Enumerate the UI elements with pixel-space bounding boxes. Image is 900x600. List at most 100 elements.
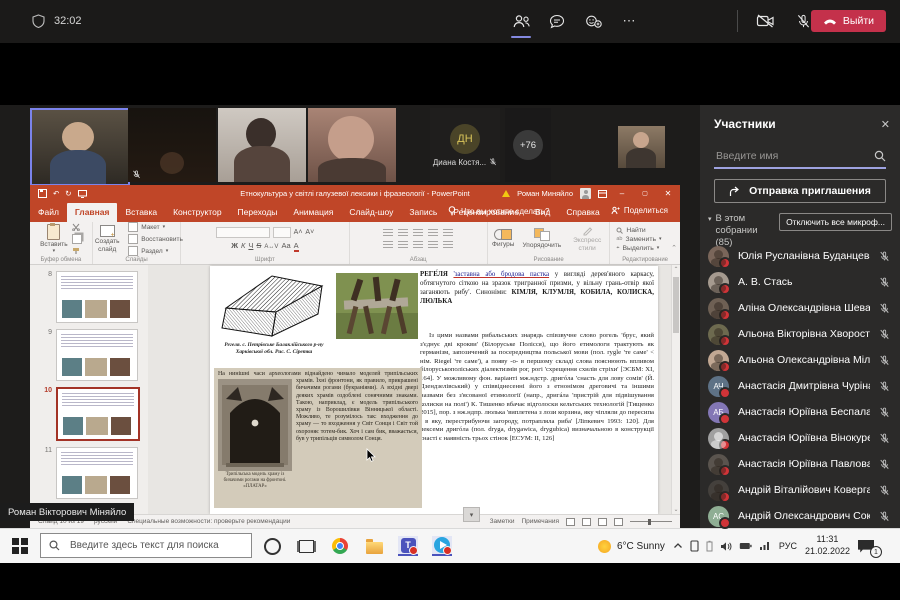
slide-sorter-icon[interactable] [582, 518, 591, 526]
ribbon-tab[interactable]: Справка [558, 203, 607, 222]
reactions-icon[interactable] [582, 10, 604, 32]
video-tile-dark[interactable] [128, 108, 216, 182]
cortana-icon[interactable] [262, 536, 282, 556]
reset-button[interactable]: Восстановить [128, 234, 183, 244]
arrange-button[interactable]: Упорядочить [522, 228, 561, 249]
slide-thumbnail[interactable]: 9 [30, 329, 142, 381]
new-slide-button[interactable]: Создать слайд [90, 225, 124, 252]
participant-row[interactable]: Альона Вікторівна Хворостян [708, 321, 896, 347]
comments-button[interactable]: Примечания [521, 518, 559, 525]
video-tile-small[interactable] [618, 126, 665, 168]
collapse-ribbon-icon[interactable]: ⌃ [671, 244, 677, 252]
chrome-icon[interactable] [330, 536, 350, 556]
weather-widget[interactable]: 6°C Sunny [598, 540, 665, 553]
ribbon-display-icon[interactable] [598, 190, 607, 198]
reading-view-icon[interactable] [598, 518, 607, 526]
tray-expand-icon[interactable] [673, 542, 683, 550]
ribbon-tab[interactable]: Вставка [117, 203, 165, 222]
battery-saver-icon[interactable] [706, 540, 713, 552]
grow-font-icon[interactable]: A˄ [294, 229, 303, 236]
section-button[interactable]: Раздел▾ [128, 246, 183, 256]
video-tile-speaker[interactable] [30, 108, 130, 186]
find-button[interactable]: Найти [616, 227, 645, 234]
ribbon-tab[interactable]: Анимация [285, 203, 341, 222]
font-size-box[interactable] [273, 227, 291, 238]
taskbar-search[interactable] [40, 533, 252, 558]
current-slide[interactable]: РЕГЕ́ЛЯ 'заставна або бродова пастка у в… [210, 266, 658, 514]
numbering-icon[interactable] [398, 229, 408, 237]
participant-row[interactable]: Андрій Віталійович Коверга [708, 477, 896, 503]
save-icon[interactable] [38, 189, 47, 198]
justify-icon[interactable] [428, 241, 438, 249]
more-options-icon[interactable]: ⋯ [618, 10, 640, 32]
video-tile-named[interactable]: ДН Диана Костя... [430, 108, 500, 182]
chat-icon[interactable] [546, 10, 568, 32]
line-spacing-icon[interactable] [443, 229, 453, 237]
slide-thumbnail[interactable]: 11 [30, 447, 142, 499]
align-center-icon[interactable] [398, 241, 408, 249]
participant-search-input[interactable] [714, 149, 874, 163]
paste-button[interactable]: Вставить▾ [40, 224, 68, 255]
shrink-font-icon[interactable]: A˅ [305, 229, 314, 236]
copy-icon[interactable] [72, 234, 82, 244]
font-name-box[interactable] [216, 227, 270, 238]
undo-icon[interactable]: ↶ [53, 189, 59, 198]
ppt-close-button[interactable]: ✕ [660, 189, 676, 198]
slide-thumbnail[interactable]: 10 [30, 387, 142, 441]
zoom-slider[interactable] [630, 521, 672, 522]
participant-row[interactable]: АЧ Анастасія Дмитрівна Чуріна [708, 373, 896, 399]
participant-row[interactable]: АС Андрій Олександрович Сокол [708, 503, 896, 529]
normal-view-icon[interactable] [566, 518, 575, 526]
task-view-icon[interactable] [296, 536, 316, 556]
panel-close-icon[interactable]: ✕ [881, 118, 890, 131]
video-tile-overflow[interactable]: +76 [505, 108, 551, 182]
shapes-button[interactable]: Фигуры [492, 229, 514, 248]
char-spacing-icon[interactable]: A↔V [264, 244, 278, 250]
replace-button[interactable]: abЗаменить▾ [616, 236, 661, 243]
redo-icon[interactable]: ↻ [65, 189, 71, 198]
taskbar-search-input[interactable] [68, 539, 243, 552]
bullets-icon[interactable] [383, 229, 393, 237]
participant-row[interactable]: А. В. Стась [708, 269, 896, 295]
indent-increase-icon[interactable] [428, 229, 438, 237]
ribbon-tab[interactable]: Запись [401, 203, 445, 222]
font-color-button[interactable]: А [294, 241, 299, 252]
strike-button[interactable]: S [256, 241, 261, 250]
ribbon-tab[interactable]: Главная [67, 203, 118, 222]
bold-button[interactable]: Ж [231, 241, 238, 250]
quick-styles-button[interactable]: Экспресс стили [569, 226, 605, 251]
scrollbar-thumb[interactable] [673, 277, 679, 333]
send-invite-button[interactable]: Отправка приглашения [714, 179, 886, 203]
accessibility-status[interactable]: Специальные возможности: проверьте реком… [127, 518, 290, 525]
slide-thumbnail[interactable]: 8 [30, 271, 142, 323]
taskbar-clock[interactable]: 11:31 21.02.2022 [805, 534, 850, 557]
underline-button[interactable]: Ч [248, 241, 253, 250]
align-right-icon[interactable] [413, 241, 423, 249]
teams-app-icon[interactable]: T [398, 536, 418, 556]
participant-row[interactable]: АБ Анастасія Юріївна Беспала [708, 399, 896, 425]
vertical-scrollbar[interactable]: ⌃ ⌄ [671, 265, 680, 515]
network-icon[interactable] [759, 541, 771, 551]
phone-link-icon[interactable] [690, 540, 699, 552]
ppt-user-avatar[interactable] [580, 188, 591, 199]
battery-icon[interactable] [739, 542, 752, 550]
mute-all-button[interactable]: Отключить все микроф... [779, 213, 892, 231]
ribbon-tab[interactable]: Файл [30, 203, 67, 222]
notes-button[interactable]: Заметки [490, 518, 515, 525]
video-tile-camera[interactable] [308, 108, 396, 182]
scroll-down-button[interactable]: ▾ [463, 507, 480, 522]
ribbon-tab[interactable]: Конструктор [165, 203, 229, 222]
section-chevron-icon[interactable]: ▾ [708, 215, 712, 223]
format-painter-icon[interactable] [72, 247, 80, 255]
indent-decrease-icon[interactable] [413, 229, 423, 237]
leave-button[interactable]: Выйти [811, 10, 886, 32]
participant-row[interactable]: Анастасія Юріївна Павлова [708, 451, 896, 477]
language-indicator[interactable]: РУС [779, 541, 797, 551]
tell-me-box[interactable]: Что вы хотите сделать? [448, 206, 549, 216]
ppt-maximize-button[interactable]: ▢ [637, 190, 653, 197]
italic-button[interactable]: К [241, 241, 245, 250]
camera-off-icon[interactable] [754, 10, 776, 32]
select-button[interactable]: ⌖Выделить▾ [616, 245, 659, 252]
layout-button[interactable]: Макет▾ [128, 222, 183, 232]
participant-search[interactable] [714, 145, 886, 169]
